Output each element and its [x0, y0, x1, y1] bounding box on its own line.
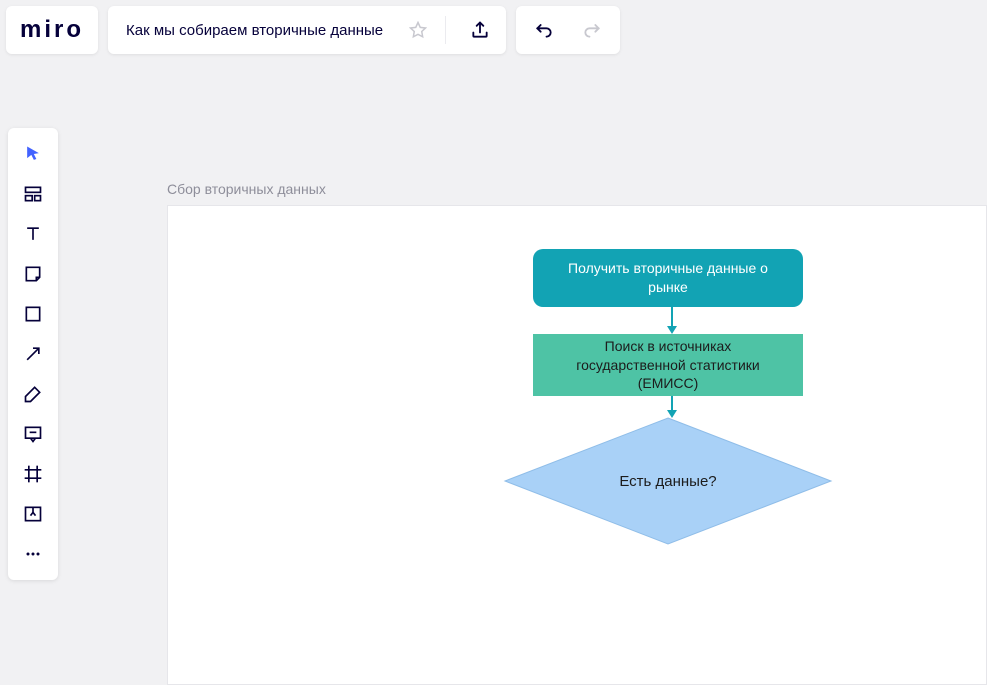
- square-icon: [23, 304, 43, 324]
- undo-redo-group: [516, 6, 620, 54]
- cursor-icon: [23, 144, 43, 164]
- pen-icon: [23, 384, 43, 404]
- logo[interactable]: miro: [6, 6, 98, 54]
- upload-tool[interactable]: [13, 494, 53, 534]
- pen-tool[interactable]: [13, 374, 53, 414]
- frame-icon: [23, 464, 43, 484]
- sticky-note-tool[interactable]: [13, 254, 53, 294]
- more-icon: [23, 544, 43, 564]
- node-label: Поиск в источниках государственной стати…: [551, 337, 785, 394]
- connector-tool[interactable]: [13, 334, 53, 374]
- flowchart-process-node[interactable]: Поиск в источниках государственной стати…: [533, 334, 803, 396]
- frame[interactable]: Получить вторичные данные о рынке Поиск …: [167, 205, 987, 685]
- star-icon[interactable]: [399, 6, 437, 54]
- frame-tool[interactable]: [13, 454, 53, 494]
- comment-icon: [23, 424, 43, 444]
- flowchart-start-node[interactable]: Получить вторичные данные о рынке: [533, 249, 803, 307]
- flowchart-decision-node[interactable]: Есть данные?: [503, 416, 833, 546]
- export-button[interactable]: [454, 6, 506, 54]
- arrow-head-icon: [667, 326, 677, 334]
- logo-text: miro: [20, 16, 84, 44]
- node-label: Есть данные?: [503, 416, 833, 546]
- flowchart-arrow[interactable]: [667, 396, 677, 418]
- divider: [445, 16, 446, 44]
- templates-icon: [23, 184, 43, 204]
- undo-button[interactable]: [520, 6, 568, 54]
- sticky-note-icon: [23, 264, 43, 284]
- select-tool[interactable]: [13, 134, 53, 174]
- frame-title[interactable]: Сбор вторичных данных: [167, 181, 326, 197]
- redo-button[interactable]: [568, 6, 616, 54]
- comment-tool[interactable]: [13, 414, 53, 454]
- text-icon: [23, 224, 43, 244]
- export-icon: [470, 20, 490, 40]
- arrow-line: [671, 396, 673, 410]
- shape-tool[interactable]: [13, 294, 53, 334]
- top-bar: miro Как мы собираем вторичные данные: [6, 6, 620, 54]
- arrow-line: [671, 307, 673, 326]
- board-title[interactable]: Как мы собираем вторичные данные: [126, 22, 391, 39]
- arrow-icon: [23, 344, 43, 364]
- more-tools[interactable]: [13, 534, 53, 574]
- node-label: Получить вторичные данные о рынке: [551, 259, 785, 297]
- templates-tool[interactable]: [13, 174, 53, 214]
- upload-icon: [23, 504, 43, 524]
- board-header: Как мы собираем вторичные данные: [108, 6, 506, 54]
- redo-icon: [582, 20, 602, 40]
- text-tool[interactable]: [13, 214, 53, 254]
- undo-icon: [534, 20, 554, 40]
- flowchart-arrow[interactable]: [667, 307, 677, 334]
- toolbar: [8, 128, 58, 580]
